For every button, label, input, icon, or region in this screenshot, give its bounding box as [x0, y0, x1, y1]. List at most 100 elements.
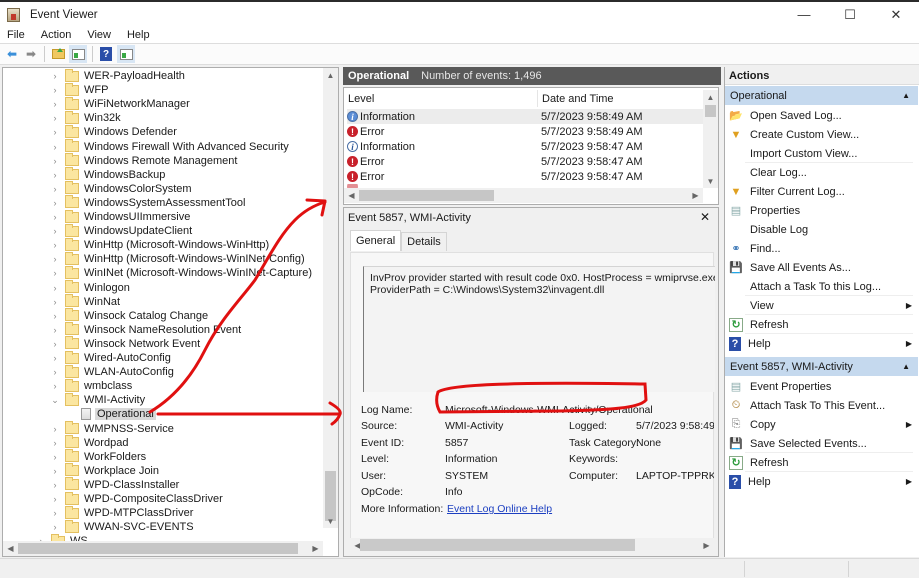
column-header-level[interactable]: Level — [344, 90, 537, 107]
tree-folder-item[interactable]: ⌄ WMI-Activity — [51, 392, 145, 407]
action-item[interactable]: Import Custom View... — [725, 144, 918, 163]
chevron-right-icon[interactable]: › — [51, 184, 59, 194]
scroll-right-arrow-icon[interactable]: ▶ — [308, 541, 323, 555]
show-hide-tree-button[interactable] — [69, 45, 87, 63]
tree-folder-item[interactable]: › WinNat — [51, 294, 120, 309]
up-one-level-button[interactable] — [50, 46, 66, 62]
chevron-right-icon[interactable]: › — [51, 240, 59, 250]
detail-hscroll-thumb[interactable] — [360, 539, 635, 551]
chevron-right-icon[interactable]: › — [51, 522, 59, 532]
scroll-down-arrow-icon[interactable]: ▼ — [703, 174, 718, 188]
chevron-right-icon[interactable]: › — [51, 494, 59, 504]
events-hscroll-thumb[interactable] — [359, 190, 494, 201]
tree-folder-item[interactable]: › Wordpad — [51, 435, 128, 450]
tree-hscroll-thumb[interactable] — [18, 543, 298, 554]
menu-file[interactable]: File — [0, 29, 33, 41]
chevron-right-icon[interactable]: › — [51, 438, 59, 448]
chevron-right-icon[interactable]: › — [51, 99, 59, 109]
tree-folder-item[interactable]: › WWAN-SVC-EVENTS — [51, 519, 194, 534]
chevron-right-icon[interactable]: › — [51, 381, 59, 391]
chevron-right-icon[interactable]: › — [51, 424, 59, 434]
tree-vertical-scrollbar[interactable]: ▲ ▼ — [323, 68, 338, 528]
action-item[interactable]: ? Help ▶ — [725, 472, 918, 491]
chevron-right-icon[interactable]: › — [51, 325, 59, 335]
chevron-right-icon[interactable]: › — [51, 127, 59, 137]
scroll-right-arrow-icon[interactable]: ▶ — [688, 188, 703, 202]
tab-general[interactable]: General — [350, 230, 402, 251]
action-item[interactable]: 💾 Save Selected Events... — [725, 434, 918, 453]
menu-action[interactable]: Action — [33, 29, 80, 41]
scroll-left-arrow-icon[interactable]: ◀ — [344, 188, 359, 202]
chevron-right-icon[interactable]: › — [51, 226, 59, 236]
event-description[interactable]: InvProv provider started with result cod… — [363, 266, 715, 392]
chevron-right-icon[interactable]: › — [51, 311, 59, 321]
tree-folder-item[interactable]: › Win32k — [51, 110, 121, 125]
scroll-down-arrow-icon[interactable]: ▼ — [323, 514, 338, 528]
maximize-button[interactable]: ☐ — [827, 2, 873, 27]
action-item[interactable]: ▤ Properties — [725, 201, 918, 220]
tree-folder-item[interactable]: › wmbclass — [51, 378, 132, 393]
tree-folder-item[interactable]: › WindowsUpdateClient — [51, 223, 192, 238]
action-item[interactable]: ⏲ Attach Task To This Event... — [725, 396, 918, 415]
chevron-right-icon[interactable]: › — [51, 466, 59, 476]
chevron-down-icon[interactable]: ⌄ — [51, 395, 59, 406]
tree-folder-item[interactable]: › Winsock Catalog Change — [51, 308, 208, 323]
action-item[interactable]: ↻ Refresh — [725, 453, 918, 472]
tree-horizontal-scrollbar[interactable]: ◀ ▶ — [3, 541, 323, 556]
scroll-up-arrow-icon[interactable]: ▲ — [703, 90, 718, 104]
event-log-online-help-link[interactable]: Event Log Online Help — [447, 503, 552, 515]
event-row[interactable]: ! Error 5/7/2023 9:58:49 AM — [347, 124, 705, 139]
scroll-left-arrow-icon[interactable]: ◀ — [3, 541, 18, 555]
scroll-up-arrow-icon[interactable]: ▲ — [323, 68, 338, 82]
chevron-right-icon[interactable]: › — [51, 198, 59, 208]
chevron-right-icon[interactable]: › — [51, 113, 59, 123]
minimize-button[interactable]: — — [781, 2, 827, 27]
tree-folder-item[interactable]: › WER-PayloadHealth — [51, 68, 185, 83]
column-header-date[interactable]: Date and Time — [538, 90, 703, 107]
tree-folder-item[interactable]: › Winsock Network Event — [51, 336, 200, 351]
chevron-right-icon[interactable]: › — [51, 254, 59, 264]
collapse-section-icon[interactable]: ▲ — [902, 362, 910, 371]
event-row[interactable]: i Information 5/7/2023 9:58:47 AM — [347, 139, 705, 154]
action-item[interactable]: ↻ Refresh — [725, 315, 918, 334]
actions-section-header[interactable]: Operational ▲ — [725, 86, 918, 105]
forward-button[interactable]: ➡ — [23, 46, 39, 62]
chevron-right-icon[interactable]: › — [51, 142, 59, 152]
back-button[interactable]: ⬅ — [4, 46, 20, 62]
tree-folder-item[interactable]: › Windows Remote Management — [51, 153, 237, 168]
chevron-right-icon[interactable]: › — [51, 297, 59, 307]
action-item[interactable]: ▼ Create Custom View... — [725, 125, 918, 144]
menu-help[interactable]: Help — [119, 29, 158, 41]
chevron-right-icon[interactable]: › — [51, 156, 59, 166]
chevron-right-icon[interactable]: › — [51, 480, 59, 490]
tree-folder-item[interactable]: › WindowsSystemAssessmentTool — [51, 195, 245, 210]
tree-folder-item[interactable]: › WMPNSS-Service — [51, 421, 174, 436]
scroll-right-arrow-icon[interactable]: ▶ — [699, 538, 714, 552]
action-item[interactable]: ⚭ Find... — [725, 239, 918, 258]
tree-folder-item[interactable]: › Windows Firewall With Advanced Security — [51, 139, 289, 154]
action-item[interactable]: ? Help ▶ — [725, 334, 918, 353]
tree-folder-item[interactable]: › Windows Defender — [51, 124, 177, 139]
detail-close-icon[interactable]: ✕ — [700, 210, 710, 224]
action-item[interactable]: ⎘ Copy ▶ — [725, 415, 918, 434]
tree-folder-item[interactable]: › WindowsColorSystem — [51, 181, 192, 196]
tree-log-item[interactable]: Operational — [81, 407, 156, 421]
action-item[interactable]: View ▶ — [725, 296, 918, 315]
tree-folder-item[interactable]: › WorkFolders — [51, 449, 146, 464]
action-item[interactable]: 💾 Save All Events As... — [725, 258, 918, 277]
events-vertical-scrollbar[interactable]: ▲ ▼ — [703, 90, 718, 188]
tree-folder-item[interactable]: › Winlogon — [51, 280, 130, 295]
chevron-right-icon[interactable]: › — [51, 353, 59, 363]
events-horizontal-scrollbar[interactable]: ◀ ▶ — [344, 188, 703, 203]
tree-folder-item[interactable]: › WindowsBackup — [51, 167, 165, 182]
chevron-right-icon[interactable]: › — [51, 339, 59, 349]
event-row[interactable]: i Information 5/7/2023 9:58:49 AM — [347, 109, 705, 124]
help-button[interactable]: ? — [98, 46, 114, 62]
events-scroll-thumb[interactable] — [705, 105, 716, 117]
tree-folder-item[interactable]: › WiFiNetworkManager — [51, 96, 190, 111]
tree-folder-item[interactable]: › Winsock NameResolution Event — [51, 322, 241, 337]
action-item[interactable]: Disable Log — [725, 220, 918, 239]
menu-view[interactable]: View — [79, 29, 119, 41]
chevron-right-icon[interactable]: › — [51, 283, 59, 293]
tab-details[interactable]: Details — [401, 232, 447, 251]
